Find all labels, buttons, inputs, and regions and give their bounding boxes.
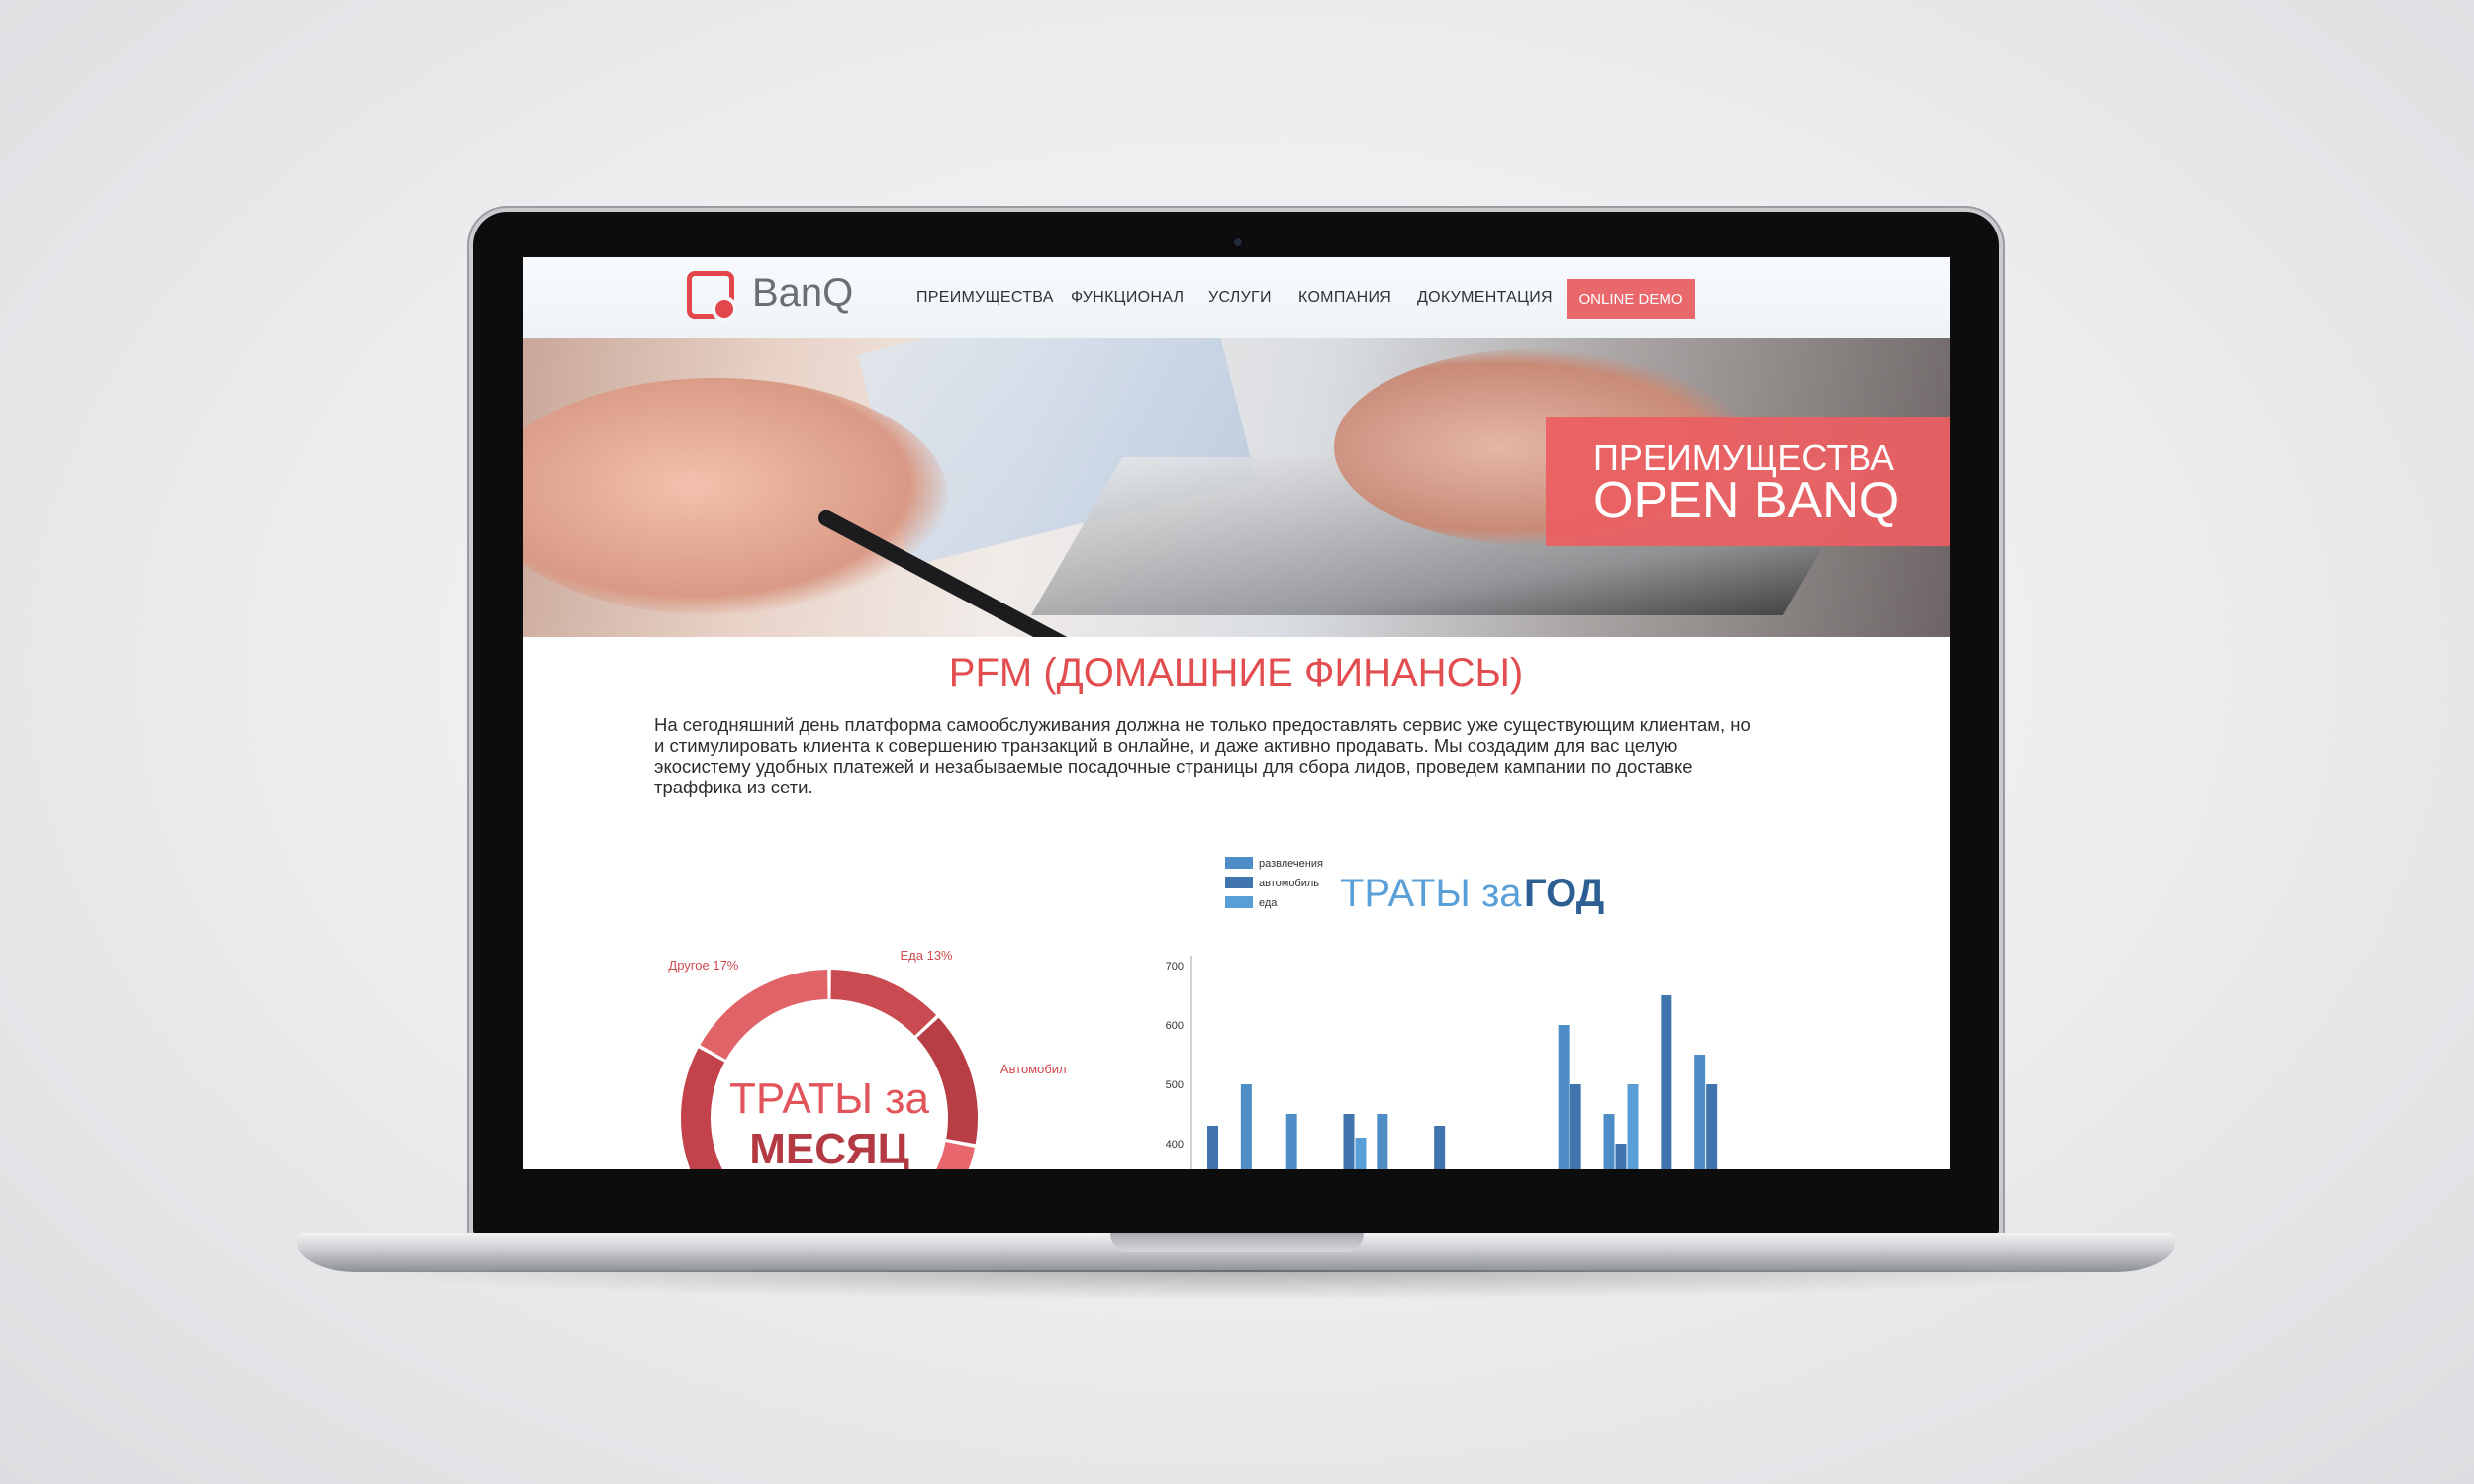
- bar: [1285, 1114, 1297, 1169]
- y-tick-label: 700: [1166, 961, 1184, 973]
- bar-title-light: ТРАТЫ за: [1340, 872, 1522, 915]
- webcam-icon: [1231, 235, 1245, 249]
- online-demo-button[interactable]: ONLINE DEMO: [1567, 279, 1695, 319]
- donut-slice-label: Еда 13%: [900, 948, 953, 963]
- legend-swatch: [1225, 877, 1253, 888]
- bar: [1343, 1114, 1355, 1169]
- y-tick-label: 400: [1166, 1139, 1184, 1151]
- donut-title-bold: МЕСЯЦ: [749, 1125, 909, 1169]
- bar: [1240, 1084, 1252, 1169]
- bar: [1558, 1025, 1570, 1169]
- y-tick-label: 500: [1166, 1079, 1184, 1091]
- legend-label: автомобиль: [1259, 878, 1319, 889]
- hero-banner-image: ПРЕИМУЩЕСТВА OPEN BANQ: [523, 338, 1950, 637]
- legend-label: еда: [1259, 897, 1278, 909]
- intro-paragraph: На сегодняшний день платформа самообслуж…: [654, 714, 1751, 797]
- bar-title-bold: ГОД: [1524, 872, 1604, 915]
- laptop-shadow: [327, 1270, 2147, 1300]
- bar: [1434, 1126, 1446, 1169]
- bar: [1661, 995, 1672, 1169]
- nav-item-advantages[interactable]: ПРЕИМУЩЕСТВА: [916, 289, 1054, 307]
- hero-caption-line2: OPEN BANQ: [1593, 472, 1900, 529]
- donut-slice: [830, 970, 937, 1036]
- donut-slice: [700, 970, 828, 1060]
- nav-item-company[interactable]: КОМПАНИЯ: [1298, 289, 1391, 307]
- donut-title-light: ТРАТЫ за: [729, 1074, 929, 1123]
- monthly-spending-donut-chart: Еда 13%Автомобиль 15%Одежда 22%Развлечен…: [668, 948, 1067, 1169]
- nav-item-features[interactable]: ФУНКЦИОНАЛ: [1071, 289, 1184, 307]
- section-title: PFM (ДОМАШНИЕ ФИНАНСЫ): [948, 651, 1524, 695]
- yearly-spending-bar-chart: 0100200300400500600700январьфевральмарта…: [1166, 857, 1718, 1169]
- bar: [1706, 1084, 1718, 1169]
- bar: [1603, 1114, 1615, 1169]
- bar: [1207, 1126, 1218, 1169]
- y-tick-label: 600: [1166, 1020, 1184, 1032]
- legend-swatch: [1225, 896, 1253, 908]
- legend-swatch: [1225, 857, 1253, 869]
- bar: [1627, 1084, 1639, 1169]
- legend-label: развлечения: [1259, 858, 1323, 870]
- bar: [1355, 1138, 1367, 1169]
- bar: [1570, 1084, 1581, 1169]
- bar: [1377, 1114, 1388, 1169]
- logo-text[interactable]: BanQ: [752, 271, 853, 316]
- donut-slice-label: Другое 17%: [668, 958, 738, 973]
- bar: [1694, 1055, 1706, 1169]
- bar: [1615, 1144, 1627, 1169]
- website-screen: BanQ ПРЕИМУЩЕСТВА ФУНКЦИОНАЛ УСЛУГИ КОМП…: [523, 257, 1950, 1169]
- donut-slice-label: Автомобиль 15%: [1000, 1062, 1067, 1076]
- top-navigation: BanQ ПРЕИМУЩЕСТВА ФУНКЦИОНАЛ УСЛУГИ КОМП…: [523, 257, 1950, 338]
- nav-item-documentation[interactable]: ДОКУМЕНТАЦИЯ: [1417, 289, 1553, 307]
- laptop-notch: [1110, 1233, 1364, 1252]
- banq-logo-icon[interactable]: [687, 271, 737, 322]
- nav-item-services[interactable]: УСЛУГИ: [1208, 289, 1272, 307]
- hero-caption: ПРЕИМУЩЕСТВА OPEN BANQ: [1546, 417, 1950, 546]
